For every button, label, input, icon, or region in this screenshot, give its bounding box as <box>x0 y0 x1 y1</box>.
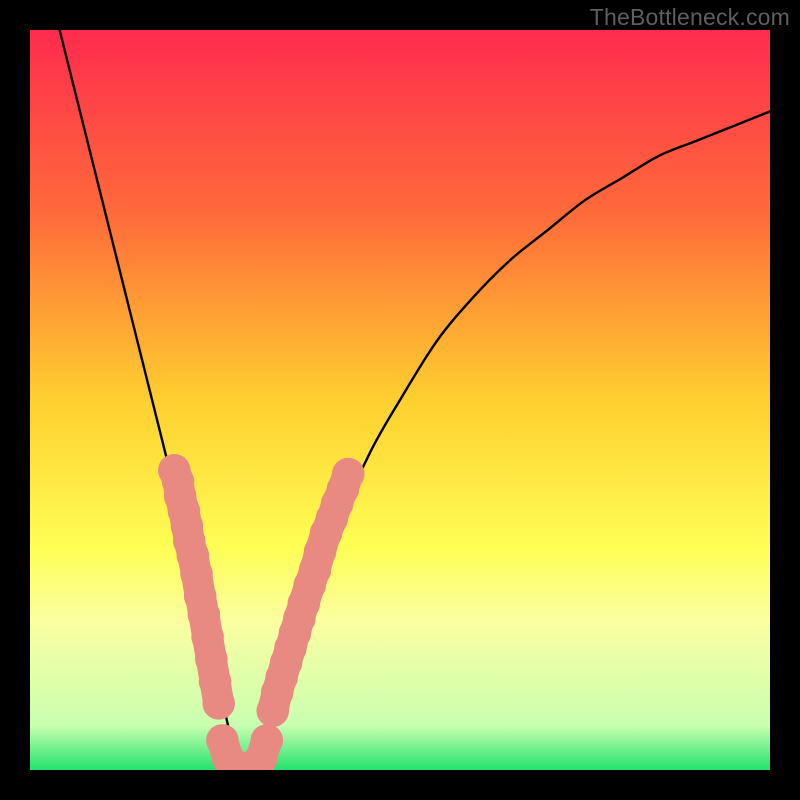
chart-svg <box>30 30 770 770</box>
marker-dot <box>202 687 235 720</box>
watermark-text: TheBottleneck.com <box>590 4 790 31</box>
plot-area <box>30 30 770 770</box>
marker-dot <box>332 458 365 491</box>
chart-container: TheBottleneck.com <box>0 0 800 800</box>
marker-dot <box>251 724 284 757</box>
